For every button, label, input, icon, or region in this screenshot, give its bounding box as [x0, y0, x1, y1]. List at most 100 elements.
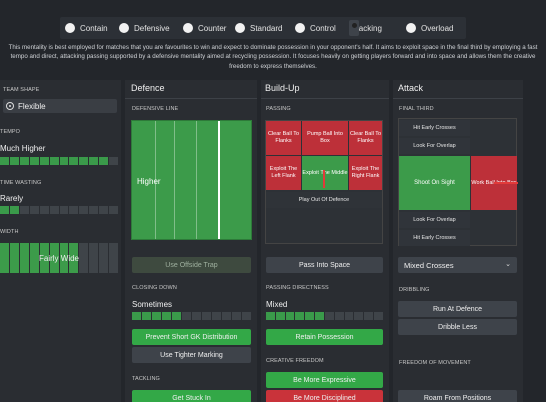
slider-segment — [266, 312, 275, 320]
slider-segment — [334, 312, 344, 320]
slider-segment — [344, 312, 354, 320]
mentality-option-defensive[interactable]: Defensive — [115, 17, 179, 39]
creative-freedom-label: CREATIVE FREEDOM — [266, 358, 324, 364]
get-stuck-in-button[interactable]: Get Stuck In — [132, 390, 251, 402]
divider — [125, 98, 257, 99]
slider-segment — [152, 312, 161, 320]
passing-directness-label: PASSING DIRECTNESS — [266, 285, 329, 291]
time-wasting-label: TIME WASTING — [0, 180, 42, 186]
hit-early-crosses-bottom-option[interactable]: Hit Early Crosses — [399, 230, 470, 246]
clear-ball-left-option[interactable]: Clear Ball To Flanks — [266, 121, 301, 155]
defensive-line-label: DEFENSIVE LINE — [132, 106, 179, 112]
tempo-label: TEMPO — [0, 129, 21, 135]
time-wasting-slider[interactable] — [0, 206, 119, 214]
mentality-selector: Contain Defensive Counter Standard Contr… — [60, 17, 466, 39]
settings-icon — [6, 102, 14, 110]
slider-segment — [212, 312, 221, 320]
radio-icon — [295, 23, 305, 33]
run-at-defence-button[interactable]: Run At Defence — [398, 301, 517, 317]
width-slider[interactable]: Fairly Wide — [0, 243, 119, 273]
slider-segment — [59, 157, 69, 165]
tighter-marking-button[interactable]: Use Tighter Marking — [132, 347, 251, 363]
slider-segment — [142, 312, 151, 320]
look-for-overlap-top-option[interactable]: Look For Overlap — [399, 138, 470, 154]
defensive-line-pitch[interactable]: Higher — [131, 120, 252, 240]
slider-segment — [0, 157, 9, 165]
mentality-label: Overload — [421, 23, 454, 33]
slider-segment — [29, 206, 39, 214]
mentality-option-overload[interactable]: Overload — [402, 17, 462, 39]
passing-directness-value: Mixed — [266, 300, 288, 309]
mentality-option-control[interactable]: Control — [291, 17, 345, 39]
radio-icon — [65, 23, 75, 33]
slider-segment — [172, 312, 181, 320]
final-third-label: FINAL THIRD — [399, 106, 434, 112]
retain-possession-button[interactable]: Retain Possession — [266, 329, 383, 345]
pass-into-space-button[interactable]: Pass Into Space — [266, 257, 383, 273]
arrow-up-icon — [323, 170, 325, 188]
shoot-on-sight-option[interactable]: Shoot On Sight — [399, 156, 470, 210]
radio-icon — [235, 23, 245, 33]
crosses-select-value: Mixed Crosses — [404, 260, 454, 270]
prevent-gk-distribution-button[interactable]: Prevent Short GK Distribution — [132, 329, 251, 345]
freedom-of-movement-label: FREEDOM OF MOVEMENT — [399, 360, 471, 366]
exploit-right-flank-option[interactable]: Exploit The Right Flank — [349, 156, 382, 190]
closing-down-slider[interactable] — [132, 312, 251, 320]
mentality-option-counter[interactable]: Counter — [179, 17, 231, 39]
exploit-middle-option[interactable]: Exploit The Middle — [302, 156, 348, 190]
clear-ball-right-option[interactable]: Clear Ball To Flanks — [349, 121, 382, 155]
slider-segment — [162, 312, 171, 320]
mentality-label: Defensive — [134, 23, 170, 33]
mentality-label: Contain — [80, 23, 108, 33]
slider-segment — [0, 206, 9, 214]
dribble-less-button[interactable]: Dribble Less — [398, 319, 517, 335]
slider-segment — [69, 206, 79, 214]
closing-down-value: Sometimes — [132, 300, 173, 309]
mentality-option-standard[interactable]: Standard — [231, 17, 291, 39]
slider-segment — [232, 312, 241, 320]
closing-down-label: CLOSING DOWN — [132, 285, 177, 291]
slider-segment — [89, 157, 99, 165]
be-more-disciplined-button[interactable]: Be More Disciplined — [266, 390, 383, 402]
time-wasting-value: Rarely — [0, 194, 24, 203]
slider-segment — [275, 312, 285, 320]
passing-directness-slider[interactable] — [266, 312, 383, 320]
radio-selected-icon — [349, 20, 359, 36]
mentality-label: Control — [310, 23, 336, 33]
slider-segment — [295, 312, 305, 320]
be-more-expressive-button[interactable]: Be More Expressive — [266, 372, 383, 388]
slider-segment — [242, 312, 251, 320]
hit-early-crosses-top-option[interactable]: Hit Early Crosses — [399, 120, 470, 136]
roam-from-positions-button[interactable]: Roam From Positions — [398, 390, 517, 402]
slider-segment — [39, 206, 49, 214]
slider-segment — [79, 206, 89, 214]
divider — [393, 98, 523, 99]
slider-segment — [9, 206, 19, 214]
slider-segment — [182, 312, 191, 320]
mentality-option-contain[interactable]: Contain — [60, 17, 115, 39]
radio-icon — [119, 23, 129, 33]
slider-segment — [305, 312, 315, 320]
tempo-value: Much Higher — [0, 144, 46, 153]
look-for-overlap-bottom-option[interactable]: Look For Overlap — [399, 212, 470, 228]
slider-segment — [19, 206, 29, 214]
offside-trap-button[interactable]: Use Offside Trap — [132, 257, 251, 273]
width-value: Fairly Wide — [38, 253, 79, 263]
divider — [261, 98, 389, 99]
pump-ball-option[interactable]: Pump Ball Into Box — [302, 121, 348, 155]
radio-icon — [183, 23, 193, 33]
chevron-down-icon: ⌄ — [505, 261, 511, 268]
slider-segment — [69, 157, 79, 165]
play-out-of-defence-option[interactable]: Play Out Of Defence — [266, 192, 382, 208]
slider-segment — [354, 312, 364, 320]
slider-segment — [285, 312, 295, 320]
tempo-slider[interactable] — [0, 157, 119, 165]
slider-segment — [374, 312, 383, 320]
mentality-option-attacking[interactable]: Attacking — [345, 17, 402, 39]
slider-segment — [99, 157, 109, 165]
slider-segment — [59, 206, 69, 214]
slider-segment — [49, 157, 59, 165]
exploit-left-flank-option[interactable]: Exploit The Left Flank — [266, 156, 301, 190]
crosses-select[interactable]: Mixed Crosses ⌄ — [398, 257, 517, 273]
team-shape-select[interactable]: Flexible — [3, 99, 117, 113]
